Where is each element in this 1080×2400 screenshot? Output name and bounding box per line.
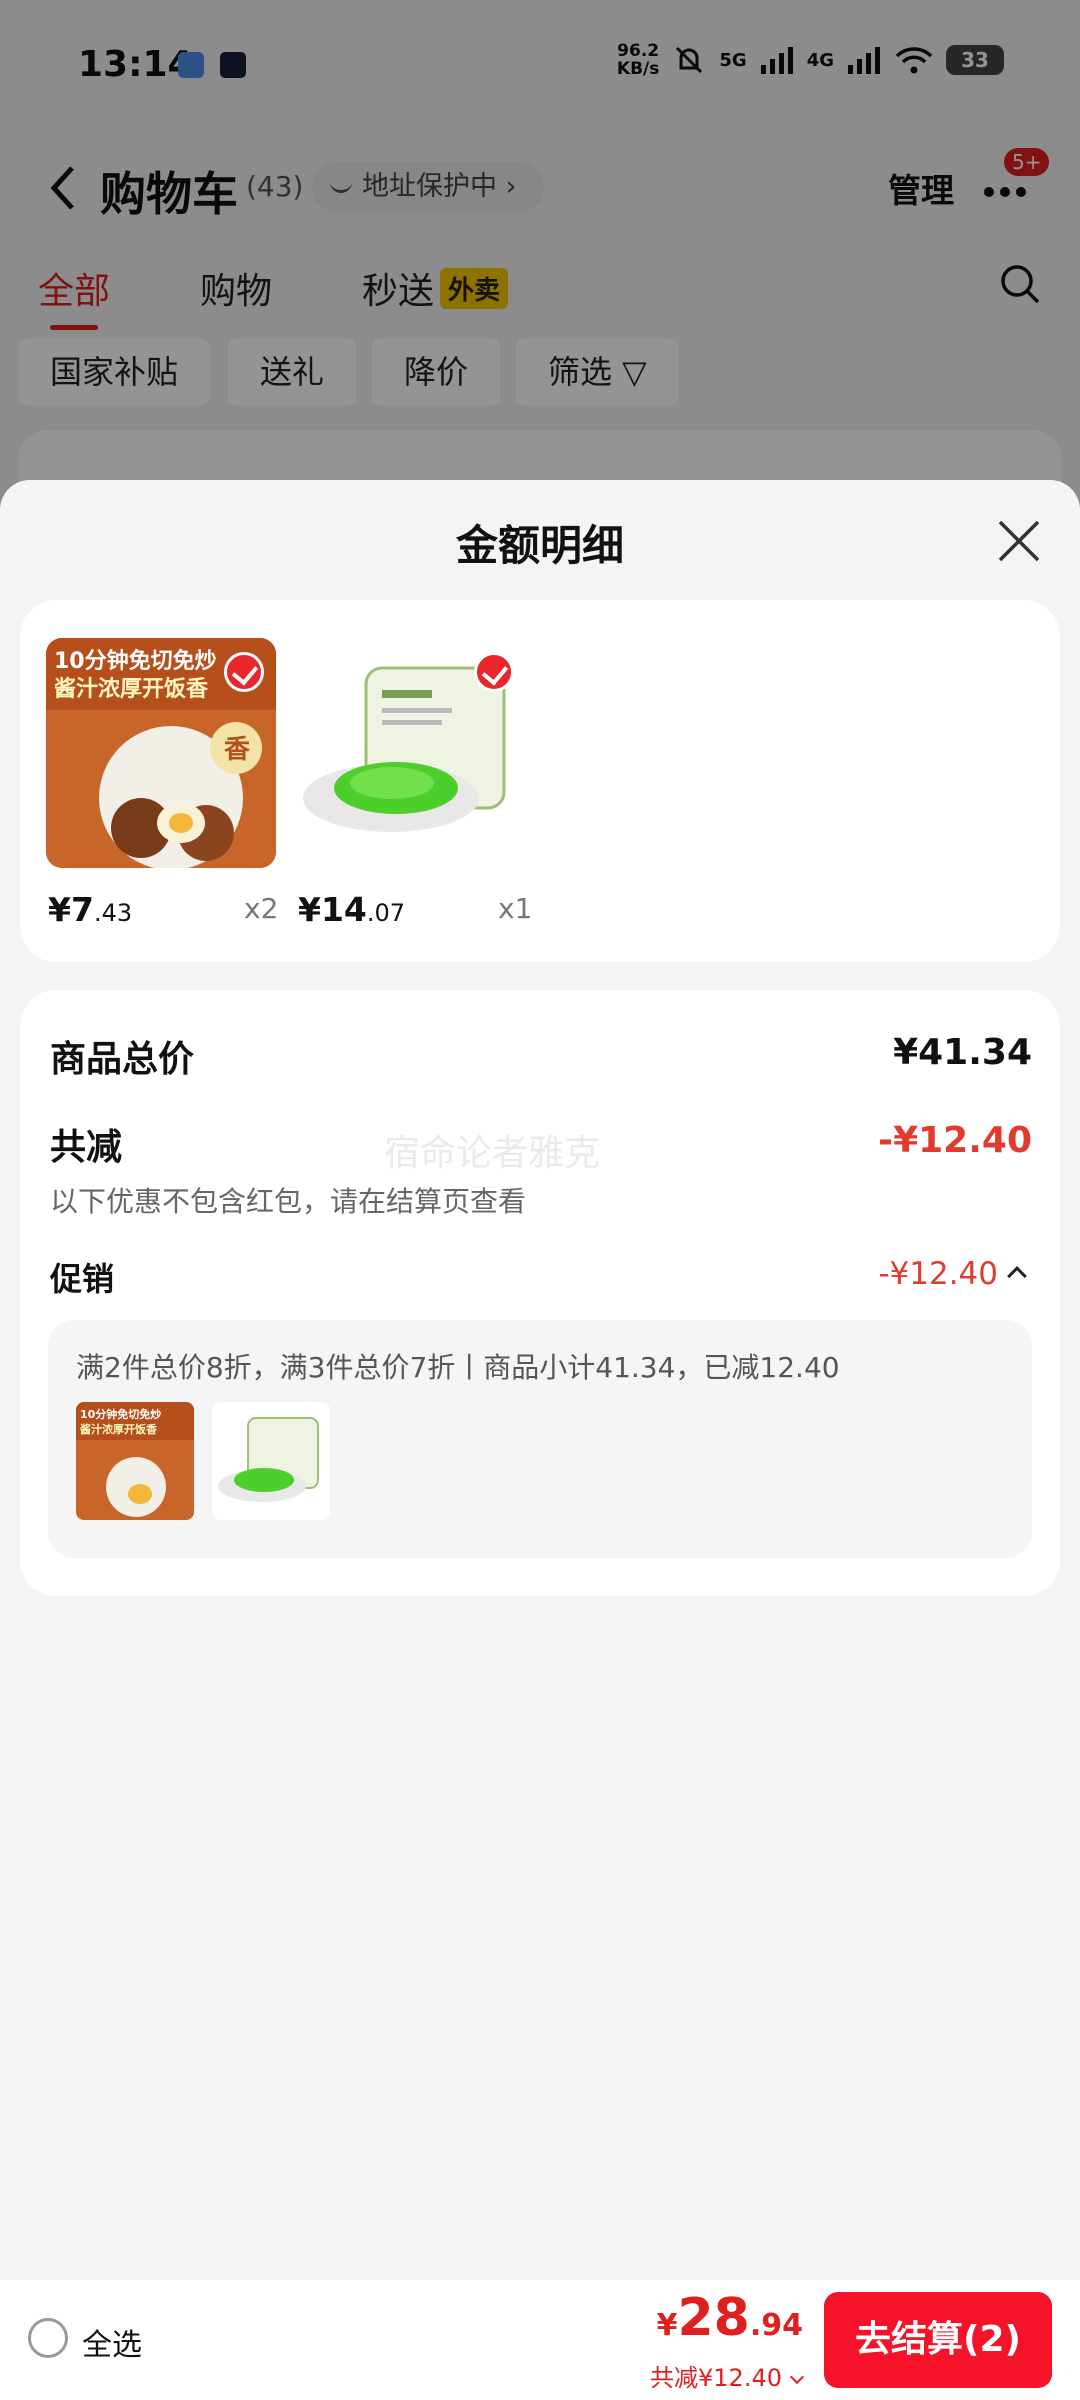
total-currency: ¥ <box>656 2308 678 2343</box>
selected-check-icon[interactable] <box>474 652 514 692</box>
sheet-title: 金额明细 <box>455 521 624 570</box>
product-image-seaweed[interactable] <box>296 638 526 868</box>
promo-thumb-seaweed <box>212 1402 330 1520</box>
amount-detail-sheet: 金额明细 10分钟免切免炒 酱汁浓厚开饭香 香 ¥7.43 x2 ¥14.07 … <box>0 480 1080 2400</box>
total-dec: .94 <box>749 2308 803 2343</box>
total-price-label: 商品总价 <box>50 1039 195 1080</box>
select-all-label[interactable]: 全选 <box>82 2320 142 2364</box>
svg-text:香: 香 <box>224 735 250 765</box>
discount-label: 共减 <box>50 1127 123 1168</box>
promotion-value: -¥12.40 <box>878 1256 998 1292</box>
product-qty-2: x1 <box>498 892 533 925</box>
price-dec: .07 <box>366 899 406 927</box>
promotion-description: 满2件总价8折，满3件总价7折丨商品小计41.34，已减12.40 <box>76 1351 840 1384</box>
svg-text:10分钟免切免炒: 10分钟免切免炒 <box>80 1407 161 1421</box>
promotion-label: 促销 <box>50 1260 115 1298</box>
select-all-radio[interactable] <box>28 2318 68 2358</box>
price-int: ¥14 <box>298 890 367 929</box>
amount-detail-card: 商品总价 ¥41.34 共减 -¥12.40 以下优惠不包含红包，请在结算页查看… <box>20 990 1060 1596</box>
close-icon[interactable] <box>996 518 1042 564</box>
svg-text:酱汁浓厚开饭香: 酱汁浓厚开饭香 <box>80 1422 158 1436</box>
saving-text: 共减¥12.40 <box>650 2364 782 2392</box>
checkout-button[interactable]: 去结算(2) <box>824 2292 1052 2388</box>
checkout-bar: 全选 ¥28.94 共减¥12.40 去结算(2) <box>0 2280 1080 2400</box>
watermark: 宿命论者雅克 <box>384 1133 601 1174</box>
svg-text:酱汁浓厚开饭香: 酱汁浓厚开饭香 <box>54 676 208 702</box>
svg-text:10分钟免切免炒: 10分钟免切免炒 <box>54 648 217 674</box>
product-qty-1: x2 <box>244 892 279 925</box>
chevron-up-icon <box>1007 1266 1027 1286</box>
goods-card: 10分钟免切免炒 酱汁浓厚开饭香 香 ¥7.43 x2 ¥14.07 x1 <box>20 600 1060 962</box>
promotion-detail-box: 满2件总价8折，满3件总价7折丨商品小计41.34，已减12.40 10分钟免切… <box>48 1320 1032 1558</box>
discount-value: -¥12.40 <box>878 1120 1032 1161</box>
product-price-1: ¥7.43 <box>48 890 132 929</box>
selected-check-icon[interactable] <box>224 652 264 692</box>
total-price-value: ¥41.34 <box>893 1032 1032 1073</box>
price-dec: .43 <box>93 899 133 927</box>
price-int: ¥7 <box>48 890 94 929</box>
saving-summary[interactable]: 共减¥12.40 <box>650 2358 805 2393</box>
total-amount: ¥28.94 <box>657 2288 803 2348</box>
product-price-2: ¥14.07 <box>298 890 405 929</box>
product-image-braised-pork[interactable]: 10分钟免切免炒 酱汁浓厚开饭香 香 <box>46 638 276 868</box>
chevron-down-icon <box>789 2369 805 2385</box>
total-int: 28 <box>677 2288 750 2348</box>
discount-note: 以下优惠不包含红包，请在结算页查看 <box>50 1185 527 1218</box>
promotion-toggle[interactable]: -¥12.40 <box>878 1256 1027 1292</box>
promo-thumb-braised-pork: 10分钟免切免炒 酱汁浓厚开饭香 <box>76 1402 194 1520</box>
